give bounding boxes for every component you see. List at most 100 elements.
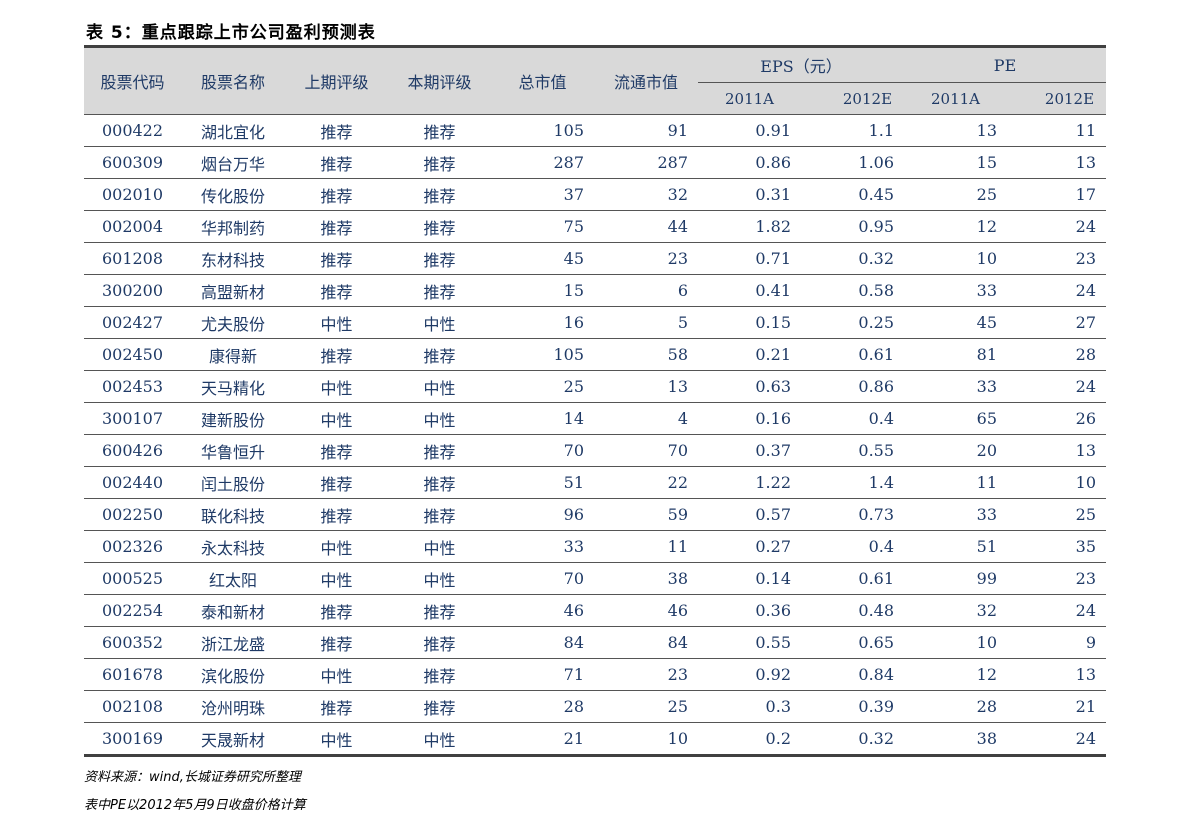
cell-pe-2012: 28 — [1007, 338, 1107, 371]
cell-stock-name: 泰和新材 — [181, 594, 285, 627]
cell-total-market-value: 33 — [491, 530, 594, 563]
cell-float-market-value: 91 — [594, 114, 698, 147]
cell-pe-2011: 15 — [904, 146, 1008, 179]
cell-pe-2011: 32 — [904, 594, 1008, 627]
cell-eps-2011: 0.2 — [698, 722, 801, 754]
cell-prev-rating: 推荐 — [285, 274, 388, 307]
cell-eps-2012: 0.95 — [801, 210, 905, 243]
cell-prev-rating: 推荐 — [285, 146, 388, 179]
cell-prev-rating: 推荐 — [285, 466, 388, 499]
cell-stock-name: 华鲁恒升 — [181, 434, 285, 467]
cell-stock-name: 康得新 — [181, 338, 285, 371]
cell-pe-2012: 17 — [1007, 178, 1107, 211]
cell-current-rating: 推荐 — [388, 146, 491, 179]
cell-current-rating: 推荐 — [388, 434, 491, 467]
cell-eps-2012: 0.84 — [801, 658, 905, 691]
header-prev-rating: 上期评级 — [285, 48, 388, 115]
cell-pe-2011: 12 — [904, 658, 1008, 691]
cell-eps-2012: 0.58 — [801, 274, 905, 307]
cell-total-market-value: 51 — [491, 466, 594, 499]
cell-total-market-value: 287 — [491, 146, 594, 179]
cell-stock-code: 002010 — [84, 178, 181, 211]
cell-eps-2012: 0.39 — [801, 690, 905, 723]
cell-eps-2012: 0.61 — [801, 562, 905, 595]
cell-float-market-value: 10 — [594, 722, 698, 754]
cell-float-market-value: 23 — [594, 658, 698, 691]
cell-current-rating: 中性 — [388, 402, 491, 435]
table-row: 002427 尤夫股份 中性 中性 16 5 0.15 0.25 45 27 — [84, 306, 1107, 339]
cell-stock-code: 002326 — [84, 530, 181, 563]
cell-prev-rating: 推荐 — [285, 626, 388, 659]
footnote: 表中PE以2012年5月9日收盘价格计算 — [84, 798, 306, 813]
source-note: 资料来源：wind,长城证券研究所整理 — [84, 770, 301, 785]
cell-prev-rating: 中性 — [285, 562, 388, 595]
cell-pe-2012: 11 — [1007, 114, 1107, 147]
cell-prev-rating: 推荐 — [285, 242, 388, 275]
cell-pe-2011: 28 — [904, 690, 1008, 723]
cell-pe-2012: 13 — [1007, 146, 1107, 179]
table-row: 000525 红太阳 中性 中性 70 38 0.14 0.61 99 23 — [84, 562, 1107, 595]
cell-eps-2012: 0.25 — [801, 306, 905, 339]
cell-stock-name: 传化股份 — [181, 178, 285, 211]
cell-prev-rating: 推荐 — [285, 338, 388, 371]
cell-float-market-value: 4 — [594, 402, 698, 435]
cell-stock-name: 沧州明珠 — [181, 690, 285, 723]
header-current-rating: 本期评级 — [388, 48, 491, 115]
cell-total-market-value: 16 — [491, 306, 594, 339]
table-title: 表 5：重点跟踪上市公司盈利预测表 — [86, 23, 376, 43]
cell-total-market-value: 105 — [491, 114, 594, 147]
cell-pe-2012: 13 — [1007, 434, 1107, 467]
cell-total-market-value: 21 — [491, 722, 594, 754]
cell-float-market-value: 6 — [594, 274, 698, 307]
cell-pe-2011: 25 — [904, 178, 1008, 211]
cell-pe-2011: 81 — [904, 338, 1008, 371]
cell-current-rating: 推荐 — [388, 338, 491, 371]
cell-prev-rating: 中性 — [285, 306, 388, 339]
cell-eps-2011: 0.63 — [698, 370, 801, 403]
header-stock-name: 股票名称 — [181, 48, 285, 115]
cell-float-market-value: 58 — [594, 338, 698, 371]
cell-float-market-value: 84 — [594, 626, 698, 659]
cell-current-rating: 推荐 — [388, 178, 491, 211]
cell-eps-2011: 0.16 — [698, 402, 801, 435]
cell-eps-2011: 0.3 — [698, 690, 801, 723]
cell-total-market-value: 25 — [491, 370, 594, 403]
table-body: 000422 湖北宜化 推荐 推荐 105 91 0.91 1.1 13 11 600309 烟台万华… — [84, 114, 1107, 754]
cell-prev-rating: 中性 — [285, 722, 388, 754]
cell-total-market-value: 75 — [491, 210, 594, 243]
table-row: 002326 永太科技 中性 中性 33 11 0.27 0.4 51 35 — [84, 530, 1107, 563]
cell-float-market-value: 32 — [594, 178, 698, 211]
cell-pe-2012: 23 — [1007, 562, 1107, 595]
cell-total-market-value: 37 — [491, 178, 594, 211]
table-row: 002250 联化科技 推荐 推荐 96 59 0.57 0.73 33 25 — [84, 498, 1107, 531]
cell-stock-name: 湖北宜化 — [181, 114, 285, 147]
cell-stock-code: 002250 — [84, 498, 181, 531]
cell-current-rating: 中性 — [388, 562, 491, 595]
cell-prev-rating: 中性 — [285, 530, 388, 563]
cell-prev-rating: 推荐 — [285, 114, 388, 147]
cell-pe-2012: 24 — [1007, 722, 1107, 754]
cell-total-market-value: 15 — [491, 274, 594, 307]
cell-eps-2011: 0.15 — [698, 306, 801, 339]
cell-eps-2012: 0.61 — [801, 338, 905, 371]
cell-current-rating: 推荐 — [388, 242, 491, 275]
cell-eps-2011: 0.71 — [698, 242, 801, 275]
cell-float-market-value: 38 — [594, 562, 698, 595]
table-row: 002453 天马精化 中性 中性 25 13 0.63 0.86 33 24 — [84, 370, 1107, 403]
cell-pe-2011: 99 — [904, 562, 1008, 595]
cell-eps-2011: 0.37 — [698, 434, 801, 467]
cell-stock-code: 002254 — [84, 594, 181, 627]
cell-pe-2011: 12 — [904, 210, 1008, 243]
table-row: 300169 天晟新材 中性 中性 21 10 0.2 0.32 38 24 — [84, 722, 1107, 754]
cell-eps-2011: 0.92 — [698, 658, 801, 691]
cell-stock-code: 002427 — [84, 306, 181, 339]
cell-current-rating: 推荐 — [388, 498, 491, 531]
cell-eps-2011: 0.57 — [698, 498, 801, 531]
cell-total-market-value: 28 — [491, 690, 594, 723]
cell-pe-2012: 24 — [1007, 370, 1107, 403]
cell-eps-2011: 0.27 — [698, 530, 801, 563]
cell-float-market-value: 70 — [594, 434, 698, 467]
cell-prev-rating: 推荐 — [285, 434, 388, 467]
cell-stock-code: 300107 — [84, 402, 181, 435]
cell-prev-rating: 推荐 — [285, 594, 388, 627]
